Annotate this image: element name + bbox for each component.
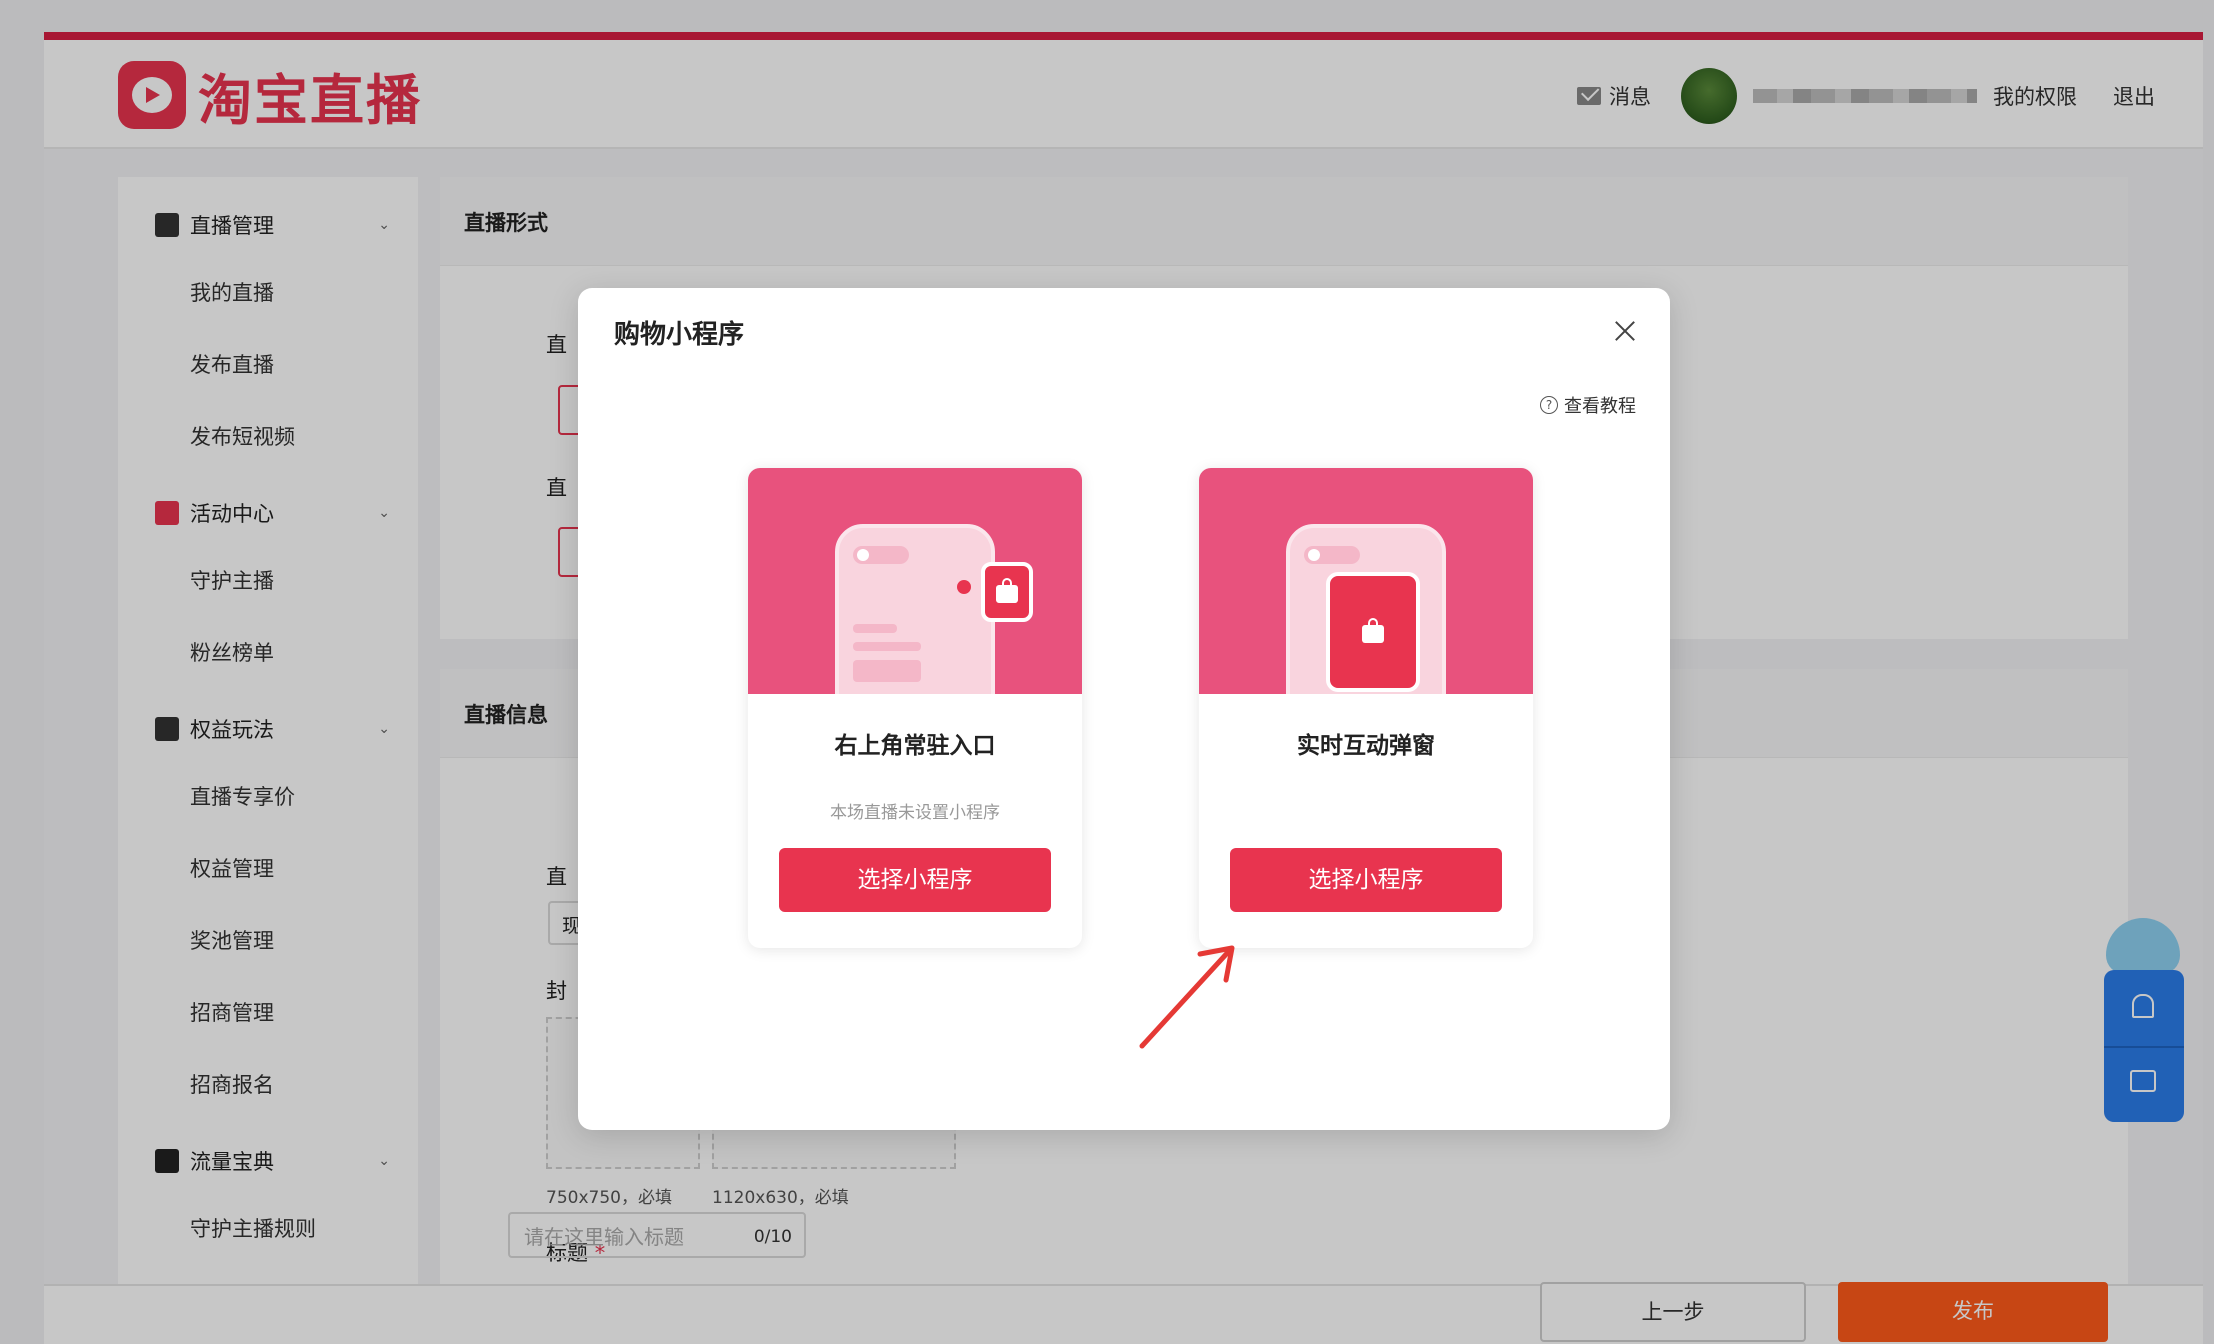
bag-glyph xyxy=(996,578,1018,603)
phone-illustration xyxy=(748,468,1082,694)
phone-illustration xyxy=(1199,468,1533,694)
card-title: 右上角常驻入口 xyxy=(834,733,996,759)
view-tutorial-link[interactable]: ? 查看教程 xyxy=(1540,392,1636,418)
entry-option-card-top-right: 右上角常驻入口 本场直播未设置小程序 选择小程序 xyxy=(748,468,1082,948)
shopping-bag-icon xyxy=(1326,572,1420,692)
select-mini-program-button[interactable]: 选择小程序 xyxy=(1230,848,1502,912)
bag-glyph xyxy=(1362,618,1384,643)
dialog-title: 购物小程序 xyxy=(614,320,745,350)
tutorial-label: 查看教程 xyxy=(1564,396,1636,417)
notification-dot xyxy=(957,580,971,594)
entry-option-card-popup: 实时互动弹窗 选择小程序 xyxy=(1199,468,1533,948)
phone-mockup-icon xyxy=(835,524,995,694)
phone-dot xyxy=(857,549,869,561)
phone-line xyxy=(853,624,897,633)
phone-dot xyxy=(1308,549,1320,561)
select-mini-program-button[interactable]: 选择小程序 xyxy=(779,848,1051,912)
card-title: 实时互动弹窗 xyxy=(1297,733,1435,759)
phone-line xyxy=(853,642,921,651)
card-subtitle: 本场直播未设置小程序 xyxy=(830,803,1000,823)
question-circle-icon: ? xyxy=(1540,396,1558,414)
annotation-arrow-icon xyxy=(1139,945,1235,1049)
shopping-bag-icon xyxy=(981,562,1033,622)
close-icon[interactable] xyxy=(1612,318,1638,344)
shopping-mini-program-dialog: 购物小程序 ? 查看教程 右上角常驻入口 本场直播未设置小程序 选择小程序 实时… xyxy=(578,288,1670,1130)
phone-line xyxy=(853,660,921,682)
